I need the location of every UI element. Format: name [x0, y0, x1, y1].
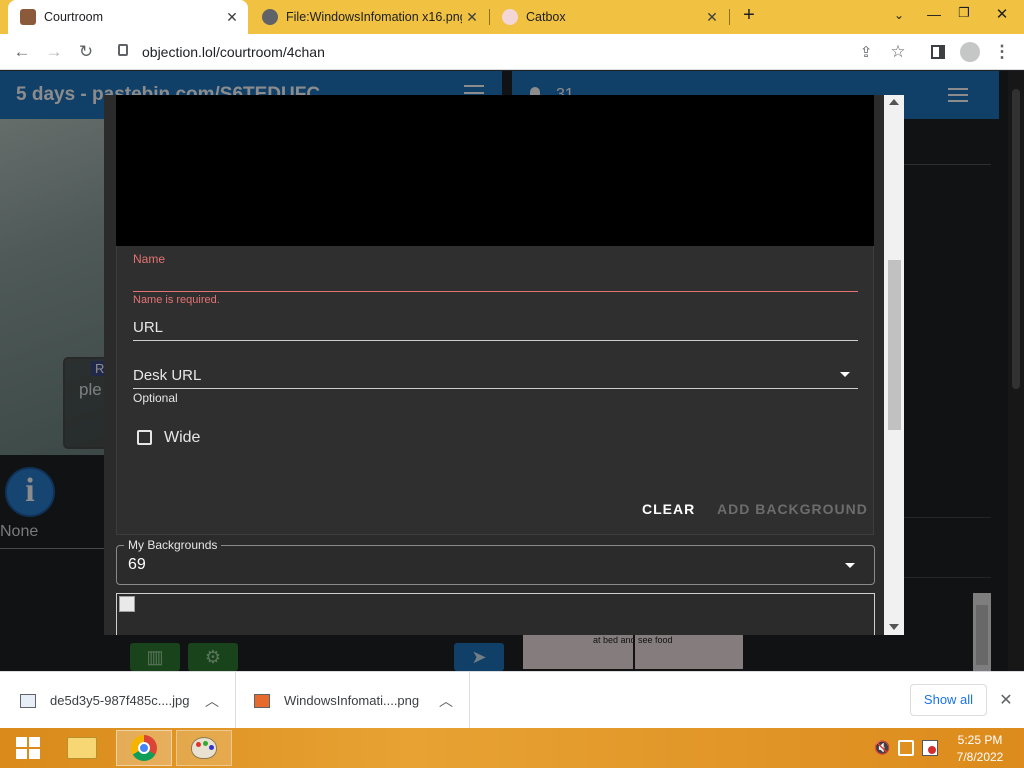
back-arrow-icon[interactable]: ← — [10, 40, 34, 64]
file-explorer-button[interactable] — [54, 730, 110, 766]
background-preview — [116, 95, 874, 246]
lock-icon — [118, 44, 128, 56]
background-thumbnail — [116, 593, 875, 635]
windows-logo-icon — [16, 737, 40, 759]
globe-icon — [262, 9, 278, 25]
profile-icon[interactable] — [958, 40, 982, 64]
url-input[interactable] — [133, 313, 858, 341]
add-background-button[interactable]: ADD BACKGROUND — [717, 501, 868, 517]
close-window-icon[interactable]: ✕ — [990, 5, 1014, 27]
close-tab-icon[interactable]: ✕ — [462, 9, 482, 26]
clock-time[interactable]: 5:25 PM — [950, 733, 1010, 747]
clear-button[interactable]: CLEAR — [642, 501, 695, 517]
minimize-icon[interactable]: — — [922, 6, 946, 26]
tab-title: Catbox — [526, 10, 566, 24]
chrome-button[interactable] — [116, 730, 172, 766]
close-tab-icon[interactable]: ✕ — [702, 9, 722, 26]
my-backgrounds-label: My Backgrounds — [124, 538, 222, 552]
start-button[interactable] — [0, 730, 56, 766]
network-icon[interactable] — [898, 740, 914, 756]
scroll-up-icon[interactable] — [889, 99, 899, 105]
side-panel-icon[interactable] — [926, 40, 950, 64]
reload-icon[interactable]: ↻ — [74, 40, 98, 64]
name-field-label: Name — [133, 252, 166, 266]
tab-title: Courtroom — [44, 10, 104, 24]
chrome-icon — [131, 735, 157, 761]
chevron-up-icon[interactable]: ︿ — [439, 691, 453, 711]
name-error-text: Name is required. — [133, 294, 220, 306]
tab-windows-infomation[interactable]: File:WindowsInfomation x16.png ✕ — [250, 0, 488, 34]
image-file-icon — [254, 693, 270, 708]
new-tab-icon[interactable]: + — [738, 4, 760, 30]
action-center-icon[interactable] — [922, 740, 938, 756]
dialog-scrollbar[interactable] — [884, 95, 904, 635]
image-file-icon — [20, 693, 36, 708]
my-backgrounds-select[interactable] — [116, 545, 875, 585]
dropdown-arrow-icon[interactable] — [840, 372, 850, 377]
downloads-bar: de5d3y5-987f485c....jpg ︿ WindowsInfomat… — [0, 671, 1024, 729]
paint-palette-icon — [191, 737, 217, 759]
clock-date[interactable]: 7/8/2022 — [950, 750, 1010, 764]
tab-title: File:WindowsInfomation x16.png — [286, 10, 462, 24]
volume-muted-icon[interactable]: 🔇 — [874, 740, 890, 756]
name-input[interactable] — [133, 267, 858, 291]
url-underline — [133, 340, 858, 341]
desk-url-helper: Optional — [133, 391, 178, 405]
paint-button[interactable] — [176, 730, 232, 766]
download-item[interactable]: WindowsInfomati....png ︿ — [236, 672, 470, 729]
tab-courtroom[interactable]: Courtroom ✕ — [8, 0, 248, 34]
share-icon[interactable]: ⇪ — [854, 40, 878, 64]
star-icon[interactable]: ☆ — [886, 40, 910, 64]
chevron-up-icon[interactable]: ︿ — [205, 691, 219, 711]
folder-icon — [67, 737, 97, 759]
desk-url-underline — [133, 388, 858, 389]
broken-image-icon — [119, 596, 135, 612]
add-background-dialog: Name Name is required. URL Desk URL Opti… — [104, 95, 904, 635]
catbox-favicon — [502, 9, 518, 25]
wide-checkbox[interactable] — [137, 430, 152, 445]
scroll-down-icon[interactable] — [889, 624, 899, 630]
forward-arrow-icon[interactable]: → — [42, 40, 66, 64]
courtroom-favicon — [20, 9, 36, 25]
browser-toolbar: ← → ↻ objection.lol/courtroom/4chan ⇪ ☆ … — [0, 34, 1024, 70]
dropdown-arrow-icon[interactable] — [845, 563, 855, 568]
desk-url-label: Desk URL — [133, 367, 202, 384]
desk-url-select[interactable] — [133, 361, 858, 389]
download-item[interactable]: de5d3y5-987f485c....jpg ︿ — [0, 672, 236, 729]
scroll-thumb[interactable] — [888, 260, 901, 430]
url-text: objection.lol/courtroom/4chan — [142, 44, 325, 60]
my-backgrounds-value: 69 — [128, 556, 146, 573]
wide-label: Wide — [164, 429, 201, 446]
download-filename: WindowsInfomati....png — [284, 693, 420, 708]
show-all-button[interactable]: Show all — [910, 684, 987, 716]
restore-icon[interactable]: ❐ — [954, 5, 974, 25]
chevron-down-icon[interactable]: ⌄ — [890, 8, 908, 26]
close-downloads-icon[interactable]: ✕ — [996, 690, 1016, 710]
download-filename: de5d3y5-987f485c....jpg — [50, 693, 190, 708]
tab-catbox[interactable]: Catbox ✕ — [490, 0, 728, 34]
close-tab-icon[interactable]: ✕ — [222, 9, 242, 26]
kebab-menu-icon[interactable]: ⋮ — [990, 40, 1014, 64]
url-field-label: URL — [133, 319, 164, 336]
windows-taskbar: 🔇 5:25 PM 7/8/2022 — [0, 728, 1024, 768]
tab-divider — [729, 9, 730, 25]
browser-tab-strip: Courtroom ✕ File:WindowsInfomation x16.p… — [0, 0, 1024, 34]
name-underline — [133, 291, 858, 292]
